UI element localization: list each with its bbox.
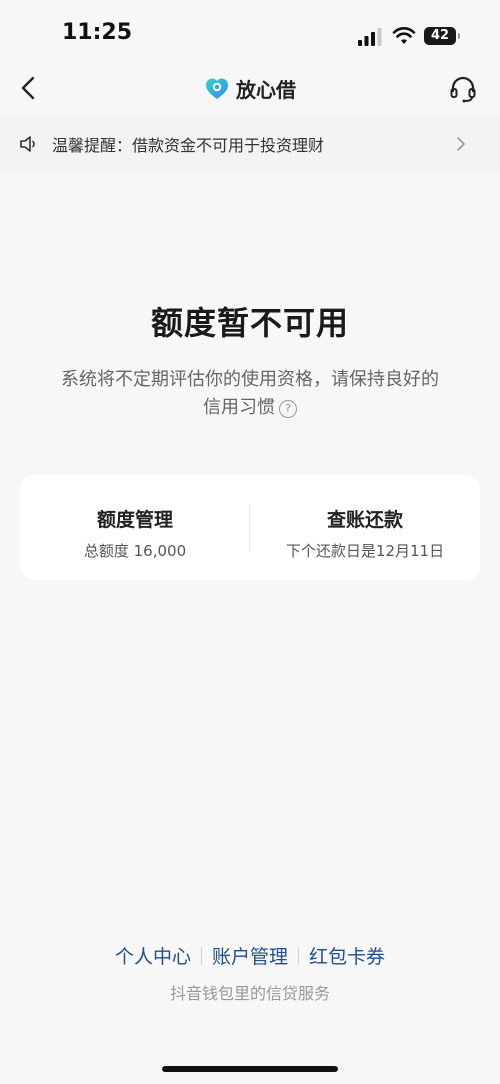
chevron-right-icon xyxy=(457,137,465,151)
signal-icon xyxy=(358,28,382,46)
next-repayment-date: 下个还款日是12月11日 xyxy=(285,542,445,560)
status-time: 11:25 xyxy=(62,20,133,45)
status-description-text: 系统将不定期评估你的使用资格，请保持良好的信用习惯 xyxy=(61,369,439,418)
bill-repayment-title: 查账还款 xyxy=(326,509,403,531)
footer-link-coupons[interactable]: 红包卡券 xyxy=(299,942,395,969)
home-indicator[interactable] xyxy=(162,1066,338,1072)
credit-limit-management[interactable]: 额度管理 总额度 16,000 xyxy=(20,475,250,580)
status-title: 额度暂不可用 xyxy=(150,304,349,342)
footer-note: 抖音钱包里的信贷服务 xyxy=(169,984,330,1003)
brand-logo-icon xyxy=(206,78,228,99)
bill-repayment[interactable]: 查账还款 下个还款日是12月11日 xyxy=(250,475,480,580)
credit-card-panel: 额度管理 总额度 16,000 查账还款 下个还款日是12月11日 xyxy=(20,475,480,580)
battery-icon: 42 xyxy=(424,27,460,45)
help-icon[interactable]: ? xyxy=(279,400,297,418)
brand: 放心借 xyxy=(0,74,500,106)
brand-name: 放心借 xyxy=(236,78,296,102)
headset-icon[interactable] xyxy=(448,74,478,104)
footer-links: 个人中心 账户管理 红包卡券 xyxy=(0,942,500,969)
footer-link-personal-center[interactable]: 个人中心 xyxy=(105,942,201,969)
speaker-icon xyxy=(20,136,35,152)
page: 11:25 42 放心借 温馨提醒：借款资金不可用于投资理财 额度暂不可用 系统… xyxy=(0,0,500,1084)
nav-bar: 放心借 xyxy=(0,62,500,114)
notice-text: 温馨提醒：借款资金不可用于投资理财 xyxy=(52,136,325,155)
credit-limit-title: 额度管理 xyxy=(96,509,173,531)
total-limit: 总额度 16,000 xyxy=(83,542,187,560)
footer-link-account-management[interactable]: 账户管理 xyxy=(202,942,298,969)
battery-level: 42 xyxy=(430,28,450,43)
wifi-icon xyxy=(392,27,416,44)
status-bar: 11:25 42 xyxy=(0,0,500,62)
notice-bar[interactable]: 温馨提醒：借款资金不可用于投资理财 xyxy=(0,116,500,172)
status-description: 系统将不定期评估你的使用资格，请保持良好的信用习惯? xyxy=(55,366,445,422)
